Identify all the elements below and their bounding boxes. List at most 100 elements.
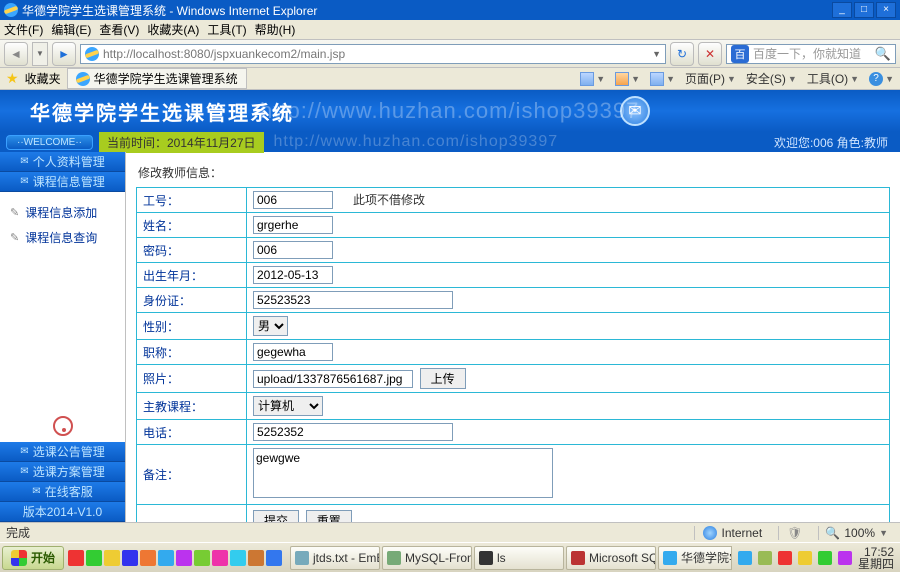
home-button[interactable]: ▼ (580, 72, 605, 86)
menu-bar: 文件(F) 编辑(E) 查看(V) 收藏夹(A) 工具(T) 帮助(H) (0, 20, 900, 40)
upload-button[interactable]: 上传 (420, 368, 466, 389)
quick-launch-icon[interactable] (158, 550, 174, 566)
favorites-star-icon[interactable]: ★ (6, 70, 19, 87)
input-id[interactable] (253, 191, 333, 209)
status-text: 完成 (6, 524, 30, 541)
select-sex[interactable]: 男 (253, 316, 288, 336)
envelope-icon: ✉ (20, 176, 28, 187)
taskbar-item[interactable]: MySQL-Front (382, 546, 472, 570)
start-button[interactable]: 开始 (2, 546, 64, 570)
submit-button[interactable]: 提交 (253, 510, 299, 522)
sidebar-link-course-add[interactable]: ✎课程信息添加 (6, 200, 119, 225)
tray-icon[interactable] (778, 551, 792, 565)
quick-launch-icon[interactable] (248, 550, 264, 566)
welcome-tag: ··WELCOME·· (6, 135, 93, 150)
help-button[interactable]: ?▼ (869, 72, 894, 86)
close-button[interactable]: × (876, 2, 896, 18)
zoom-control[interactable]: 🔍100%▼ (818, 526, 894, 540)
tray-icon[interactable] (818, 551, 832, 565)
quick-launch-icon[interactable] (104, 550, 120, 566)
quick-launch-icon[interactable] (212, 550, 228, 566)
baidu-icon: 百 (731, 45, 749, 63)
tools-menu[interactable]: 工具(O)▼ (807, 70, 859, 87)
tray-icon[interactable] (798, 551, 812, 565)
textarea-memo[interactable] (253, 448, 553, 498)
maximize-button[interactable]: □ (854, 2, 874, 18)
nav-toolbar: ◄ ▼ ► http://localhost:8080/jspxuankecom… (0, 40, 900, 68)
status-bar: 完成 Internet 🛡 🔍100%▼ (0, 522, 900, 542)
app-icon (295, 551, 309, 565)
input-photo[interactable] (253, 370, 413, 388)
label-password: 密码： (137, 238, 247, 263)
quick-launch-icon[interactable] (86, 550, 102, 566)
input-title[interactable] (253, 343, 333, 361)
quick-launch-icon[interactable] (266, 550, 282, 566)
menu-file[interactable]: 文件(F) (4, 21, 43, 38)
taskbar-item[interactable]: jtds.txt - EmEditor (290, 546, 380, 570)
banner-mail-icon: ✉ (620, 96, 650, 126)
window-title: 华德学院学生选课管理系统 - Windows Internet Explorer (22, 2, 317, 19)
favorites-label[interactable]: 收藏夹 (25, 70, 61, 87)
quick-launch-icon[interactable] (194, 550, 210, 566)
input-birth[interactable] (253, 266, 333, 284)
back-button[interactable]: ◄ (4, 42, 28, 66)
quick-launch-icon[interactable] (140, 550, 156, 566)
cursor-marker-icon (53, 416, 73, 436)
sidebar-section-course[interactable]: ✉课程信息管理 (0, 172, 125, 192)
quick-launch-icon[interactable] (122, 550, 138, 566)
tray-icon[interactable] (838, 551, 852, 565)
pencil-icon: ✎ (10, 231, 19, 244)
stop-button[interactable]: ✕ (698, 42, 722, 66)
input-password[interactable] (253, 241, 333, 259)
input-idcard[interactable] (253, 291, 453, 309)
forward-button[interactable]: ► (52, 42, 76, 66)
refresh-button[interactable]: ↻ (670, 42, 694, 66)
menu-favorites[interactable]: 收藏夹(A) (147, 21, 199, 38)
taskbar-item[interactable]: Microsoft SQL Serve... (566, 546, 656, 570)
security-zone[interactable]: Internet (694, 526, 770, 540)
welcome-bar: ··WELCOME·· 当前时间：2014年11月27日 http://www.… (0, 132, 900, 152)
tray-icon[interactable] (758, 551, 772, 565)
taskbar-item-label: ls (497, 551, 506, 565)
welcome-user: 欢迎您:006 角色:教师 (774, 134, 900, 151)
browser-tab[interactable]: 华德学院学生选课管理系统 (67, 68, 247, 89)
watermark: http://www.huzhan.com/ishop39397 (260, 98, 639, 124)
back-history-dropdown[interactable]: ▼ (32, 42, 48, 66)
taskbar-item-label: Microsoft SQL Serve... (589, 551, 656, 565)
sidebar-section-service[interactable]: ✉在线客服 (0, 482, 125, 502)
menu-view[interactable]: 查看(V) (99, 21, 139, 38)
select-course[interactable]: 计算机 (253, 396, 323, 416)
tray-icon[interactable] (738, 551, 752, 565)
app-icon (387, 551, 401, 565)
label-tel: 电话： (137, 420, 247, 445)
feeds-button[interactable]: ▼ (615, 72, 640, 86)
address-bar[interactable]: http://localhost:8080/jspxuankecom2/main… (80, 44, 666, 64)
taskbar-item[interactable]: ls (474, 546, 564, 570)
safety-menu[interactable]: 安全(S)▼ (746, 70, 797, 87)
sidebar-version: 版本2014-V1.0 (0, 502, 125, 522)
menu-edit[interactable]: 编辑(E) (51, 21, 91, 38)
reset-button[interactable]: 重置 (306, 510, 352, 522)
search-icon[interactable]: 🔍 (875, 46, 891, 62)
quick-launch-icon[interactable] (176, 550, 192, 566)
input-name[interactable] (253, 216, 333, 234)
input-tel[interactable] (253, 423, 453, 441)
quick-launch-icon[interactable] (230, 550, 246, 566)
minimize-button[interactable]: _ (832, 2, 852, 18)
menu-tools[interactable]: 工具(T) (207, 21, 246, 38)
page-icon (85, 47, 99, 61)
mail-button[interactable]: ▼ (650, 72, 675, 86)
label-idcard: 身份证： (137, 288, 247, 313)
page-menu[interactable]: 页面(P)▼ (685, 70, 736, 87)
sidebar-section-profile[interactable]: ✉个人资料管理 (0, 152, 125, 172)
search-box[interactable]: 百 百度一下，你就知道 🔍 (726, 44, 896, 64)
sidebar-link-course-query[interactable]: ✎课程信息查询 (6, 225, 119, 250)
quick-launch-icon[interactable] (68, 550, 84, 566)
app-icon (663, 551, 677, 565)
sidebar-section-plan[interactable]: ✉选课方案管理 (0, 462, 125, 482)
taskbar-item[interactable]: 华德学院学生选课管... (658, 546, 731, 570)
address-dropdown-icon[interactable]: ▼ (652, 49, 661, 59)
menu-help[interactable]: 帮助(H) (255, 21, 296, 38)
sidebar-section-notice[interactable]: ✉选课公告管理 (0, 442, 125, 462)
label-memo: 备注： (137, 445, 247, 505)
